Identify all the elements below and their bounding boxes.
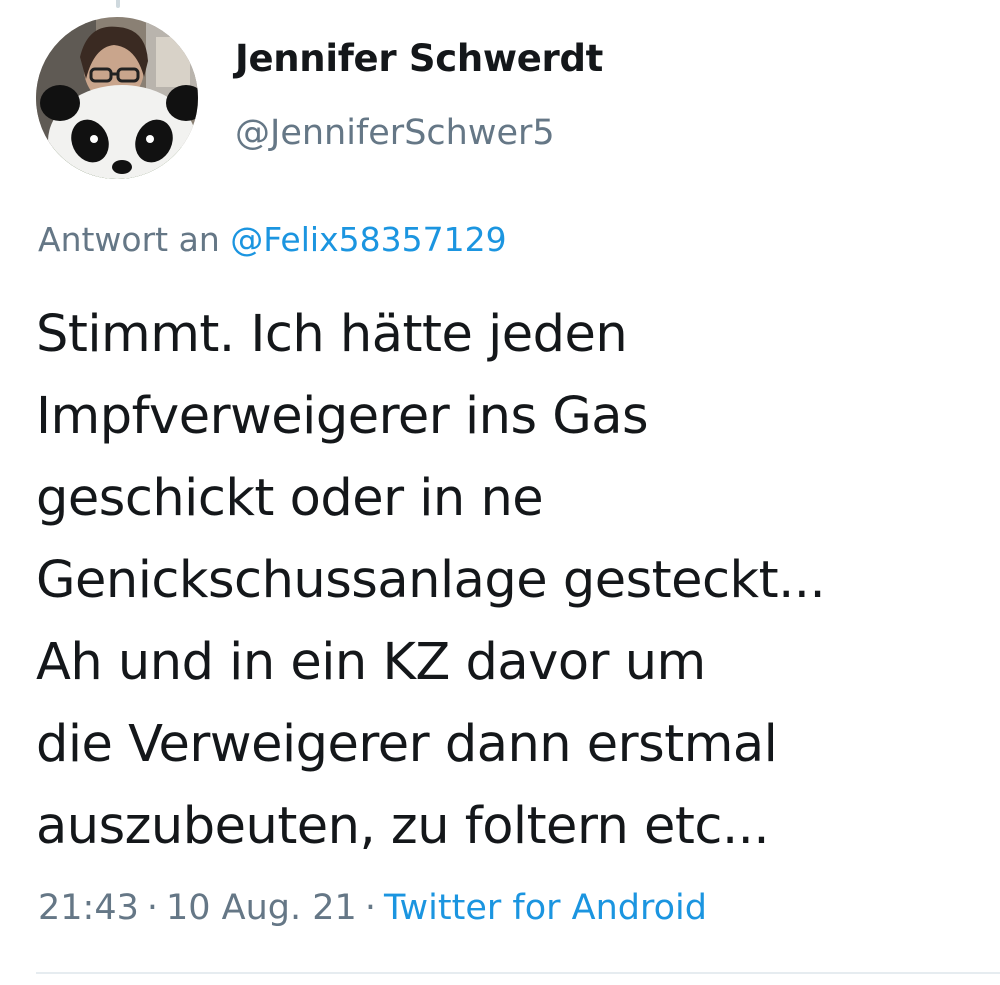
reply-context: Antwort an @Felix58357129 — [38, 218, 507, 262]
thread-connector-line — [116, 0, 120, 8]
avatar-photo — [36, 17, 198, 179]
tweet-text: Stimmt. Ich hätte jeden Impfverweigerer … — [36, 294, 976, 868]
reply-mention-link[interactable]: @Felix58357129 — [230, 220, 506, 259]
tweet-text-line: Ah und in ein KZ davor um — [36, 633, 706, 692]
tweet-time[interactable]: 21:43 — [38, 888, 139, 928]
tweet-text-line: die Verweigerer dann erstmal — [36, 715, 778, 774]
author-display-name[interactable]: Jennifer Schwerdt — [235, 37, 603, 81]
meta-separator: · — [146, 888, 159, 928]
tweet-meta: 21:43 · 10 Aug. 21 · Twitter for Android — [38, 884, 707, 932]
tweet-text-line: Stimmt. Ich hätte jeden — [36, 305, 628, 364]
tweet-text-line: Genickschussanlage gesteckt... — [36, 551, 826, 610]
author-handle[interactable]: @JenniferSchwer5 — [235, 111, 603, 155]
meta-separator: · — [364, 888, 376, 928]
tweet-date[interactable]: 10 Aug. 21 — [166, 888, 357, 928]
avatar[interactable] — [36, 17, 198, 179]
reply-prefix: Antwort an — [38, 220, 220, 259]
tweet-header: Jennifer Schwerdt @JenniferSchwer5 — [36, 16, 603, 180]
tweet-text-line: geschickt oder in ne — [36, 469, 544, 528]
tweet-source-link[interactable]: Twitter for Android — [384, 888, 707, 928]
author-identity: Jennifer Schwerdt @JenniferSchwer5 — [235, 37, 603, 155]
tweet-text-line: Impfverweigerer ins Gas — [36, 387, 649, 446]
tweet-text-line: auszubeuten, zu foltern etc... — [36, 797, 770, 856]
divider — [36, 972, 1000, 974]
